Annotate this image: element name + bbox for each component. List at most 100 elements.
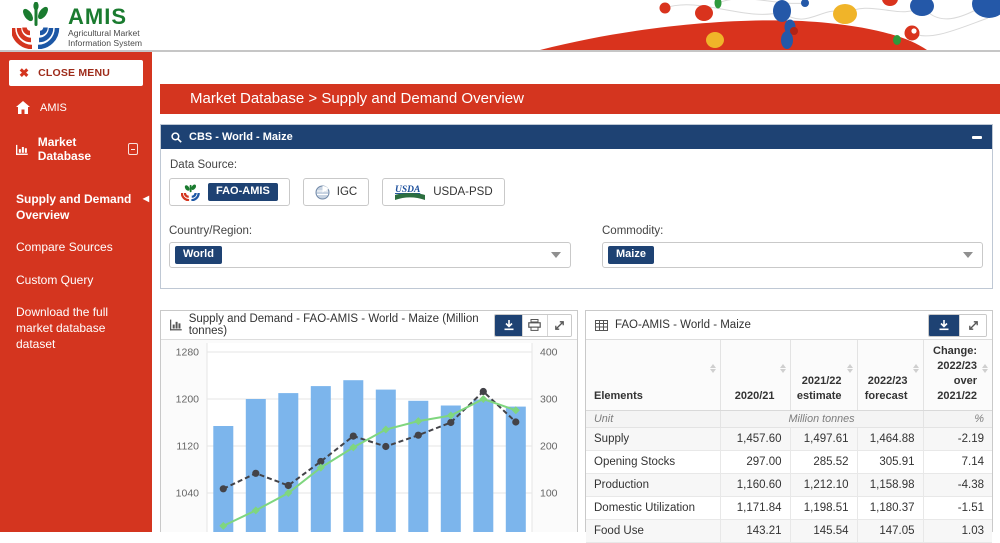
bar-chart-icon bbox=[16, 143, 28, 156]
table-cell: 1,212.10 bbox=[790, 474, 857, 497]
amis-logo[interactable]: AMIS Agricultural Market Information Sys… bbox=[12, 2, 142, 49]
close-menu-label: CLOSE MENU bbox=[38, 67, 110, 79]
close-icon: ✖ bbox=[19, 67, 29, 79]
unit-change: % bbox=[923, 411, 992, 428]
breadcrumb: Market Database > Supply and Demand Over… bbox=[160, 84, 1000, 114]
chart-panel: Supply and Demand - FAO-AMIS - World - M… bbox=[160, 310, 578, 532]
sidebar-item-custom-query[interactable]: Custom Query bbox=[0, 264, 152, 296]
print-icon bbox=[528, 319, 541, 331]
sidebar-item-compare-sources[interactable]: Compare Sources bbox=[0, 231, 152, 263]
sort-icon bbox=[847, 364, 853, 373]
sidebar-item-supply-and-demand-overview[interactable]: Supply and Demand Overview ◀ bbox=[0, 183, 152, 231]
data-source-label: Data Source: bbox=[170, 159, 984, 171]
sidebar-item-download-dataset[interactable]: Download the full market database datase… bbox=[0, 296, 152, 361]
filter-panel-header: CBS - World - Maize bbox=[161, 125, 992, 149]
table-row: Opening Stocks297.00285.52305.917.14 bbox=[586, 451, 992, 474]
column-header-2[interactable]: 2021/22 estimate bbox=[790, 340, 857, 411]
caret-left-icon: ◀ bbox=[143, 194, 149, 205]
table-row: Domestic Utilization1,171.841,198.511,18… bbox=[586, 497, 992, 520]
chart-body: 1040112012001280100200300400 bbox=[161, 340, 577, 531]
supply-demand-table: Elements2020/212021/22 estimate2022/23 f… bbox=[586, 340, 992, 543]
chart-panel-header: Supply and Demand - FAO-AMIS - World - M… bbox=[161, 311, 577, 340]
table-cell: 7.14 bbox=[923, 451, 992, 474]
sidebar-item-label: Custom Query bbox=[16, 273, 93, 287]
logo-subtitle-2: Information System bbox=[68, 38, 142, 48]
unit-row: UnitMillion tonnes% bbox=[586, 411, 992, 428]
download-icon bbox=[503, 319, 515, 331]
source-button-usda-psd[interactable]: USDA USDA-PSD bbox=[382, 178, 504, 206]
sort-icon bbox=[913, 364, 919, 373]
table-cell: Production bbox=[586, 474, 720, 497]
table-cell: Food Use bbox=[586, 520, 720, 543]
collapse-panel-icon[interactable] bbox=[972, 136, 982, 139]
sidebar-item-label: Compare Sources bbox=[16, 240, 113, 254]
expand-icon bbox=[554, 320, 565, 331]
table-cell: 1,464.88 bbox=[857, 428, 923, 451]
source-label-selected: FAO-AMIS bbox=[208, 183, 278, 201]
table-panel-header: FAO-AMIS - World - Maize bbox=[586, 311, 992, 340]
amis-mini-logo-icon bbox=[181, 183, 201, 201]
table-row: Production1,160.601,212.101,158.98-4.38 bbox=[586, 474, 992, 497]
chart-panel-title: Supply and Demand - FAO-AMIS - World - M… bbox=[189, 313, 488, 337]
column-header-0[interactable]: Elements bbox=[586, 340, 720, 411]
table-cell: -1.51 bbox=[923, 497, 992, 520]
column-header-3[interactable]: 2022/23 forecast bbox=[857, 340, 923, 411]
svg-text:300: 300 bbox=[540, 394, 558, 406]
home-icon bbox=[16, 101, 30, 114]
sort-icon bbox=[982, 364, 988, 373]
column-header-4[interactable]: Change: 2022/23 over 2021/22 bbox=[923, 340, 992, 411]
table-cell: 1,198.51 bbox=[790, 497, 857, 520]
country-selected-tag[interactable]: World bbox=[175, 246, 222, 264]
table-download-button[interactable] bbox=[929, 315, 959, 336]
table-panel: FAO-AMIS - World - Maize bbox=[585, 310, 993, 532]
chevron-down-icon bbox=[963, 252, 973, 258]
table-cell: Supply bbox=[586, 428, 720, 451]
svg-text:200: 200 bbox=[540, 441, 558, 453]
chart-icon bbox=[170, 319, 182, 331]
table-panel-title: FAO-AMIS - World - Maize bbox=[615, 319, 751, 331]
source-button-igc[interactable]: IGC bbox=[303, 178, 369, 206]
table-cell: 145.54 bbox=[790, 520, 857, 543]
table-row: Food Use143.21145.54147.051.03 bbox=[586, 520, 992, 543]
chart-expand-button[interactable] bbox=[547, 315, 571, 336]
table-cell: 305.91 bbox=[857, 451, 923, 474]
logo-title: AMIS bbox=[68, 6, 142, 28]
supply-demand-chart[interactable]: 1040112012001280100200300400 bbox=[161, 340, 577, 532]
close-menu-button[interactable]: ✖ CLOSE MENU bbox=[9, 60, 143, 86]
svg-text:1040: 1040 bbox=[176, 488, 200, 500]
table-expand-button[interactable] bbox=[959, 315, 986, 336]
table-cell: Domestic Utilization bbox=[586, 497, 720, 520]
source-button-fao-amis[interactable]: FAO-AMIS bbox=[169, 178, 290, 206]
usda-logo-icon: USDA bbox=[394, 183, 426, 201]
commodity-label: Commodity: bbox=[602, 225, 983, 237]
country-label: Country/Region: bbox=[169, 225, 571, 237]
chevron-down-icon bbox=[551, 252, 561, 258]
source-label: USDA-PSD bbox=[433, 186, 492, 198]
logo-subtitle-1: Agricultural Market bbox=[68, 28, 142, 38]
sort-icon bbox=[780, 364, 786, 373]
app-root: { "header": { "logo_title": "AMIS", "log… bbox=[0, 0, 1000, 532]
collapse-section-icon[interactable] bbox=[128, 143, 138, 155]
source-label: IGC bbox=[337, 186, 357, 198]
commodity-select[interactable]: Maize bbox=[602, 242, 983, 268]
search-icon bbox=[171, 132, 182, 143]
table-cell: 1,457.60 bbox=[720, 428, 790, 451]
svg-text:1200: 1200 bbox=[176, 394, 200, 406]
sidebar-submenu: Supply and Demand Overview ◀ Compare Sou… bbox=[0, 173, 152, 360]
table-cell: 1,180.37 bbox=[857, 497, 923, 520]
table-icon bbox=[595, 320, 608, 331]
svg-text:1120: 1120 bbox=[176, 441, 199, 453]
amis-logo-icon bbox=[12, 2, 62, 49]
chart-download-button[interactable] bbox=[495, 315, 522, 336]
table-cell: -4.38 bbox=[923, 474, 992, 497]
table-cell: 297.00 bbox=[720, 451, 790, 474]
column-header-1[interactable]: 2020/21 bbox=[720, 340, 790, 411]
country-select[interactable]: World bbox=[169, 242, 571, 268]
igc-logo-icon bbox=[315, 185, 330, 200]
chart-print-button[interactable] bbox=[522, 315, 546, 336]
sidebar-item-label: AMIS bbox=[40, 102, 67, 114]
sidebar-item-amis[interactable]: AMIS bbox=[0, 90, 152, 124]
commodity-selected-tag[interactable]: Maize bbox=[608, 246, 654, 264]
sidebar: ✖ CLOSE MENU AMIS Market Database Supply… bbox=[0, 52, 152, 532]
sidebar-item-market-database[interactable]: Market Database bbox=[0, 124, 152, 173]
